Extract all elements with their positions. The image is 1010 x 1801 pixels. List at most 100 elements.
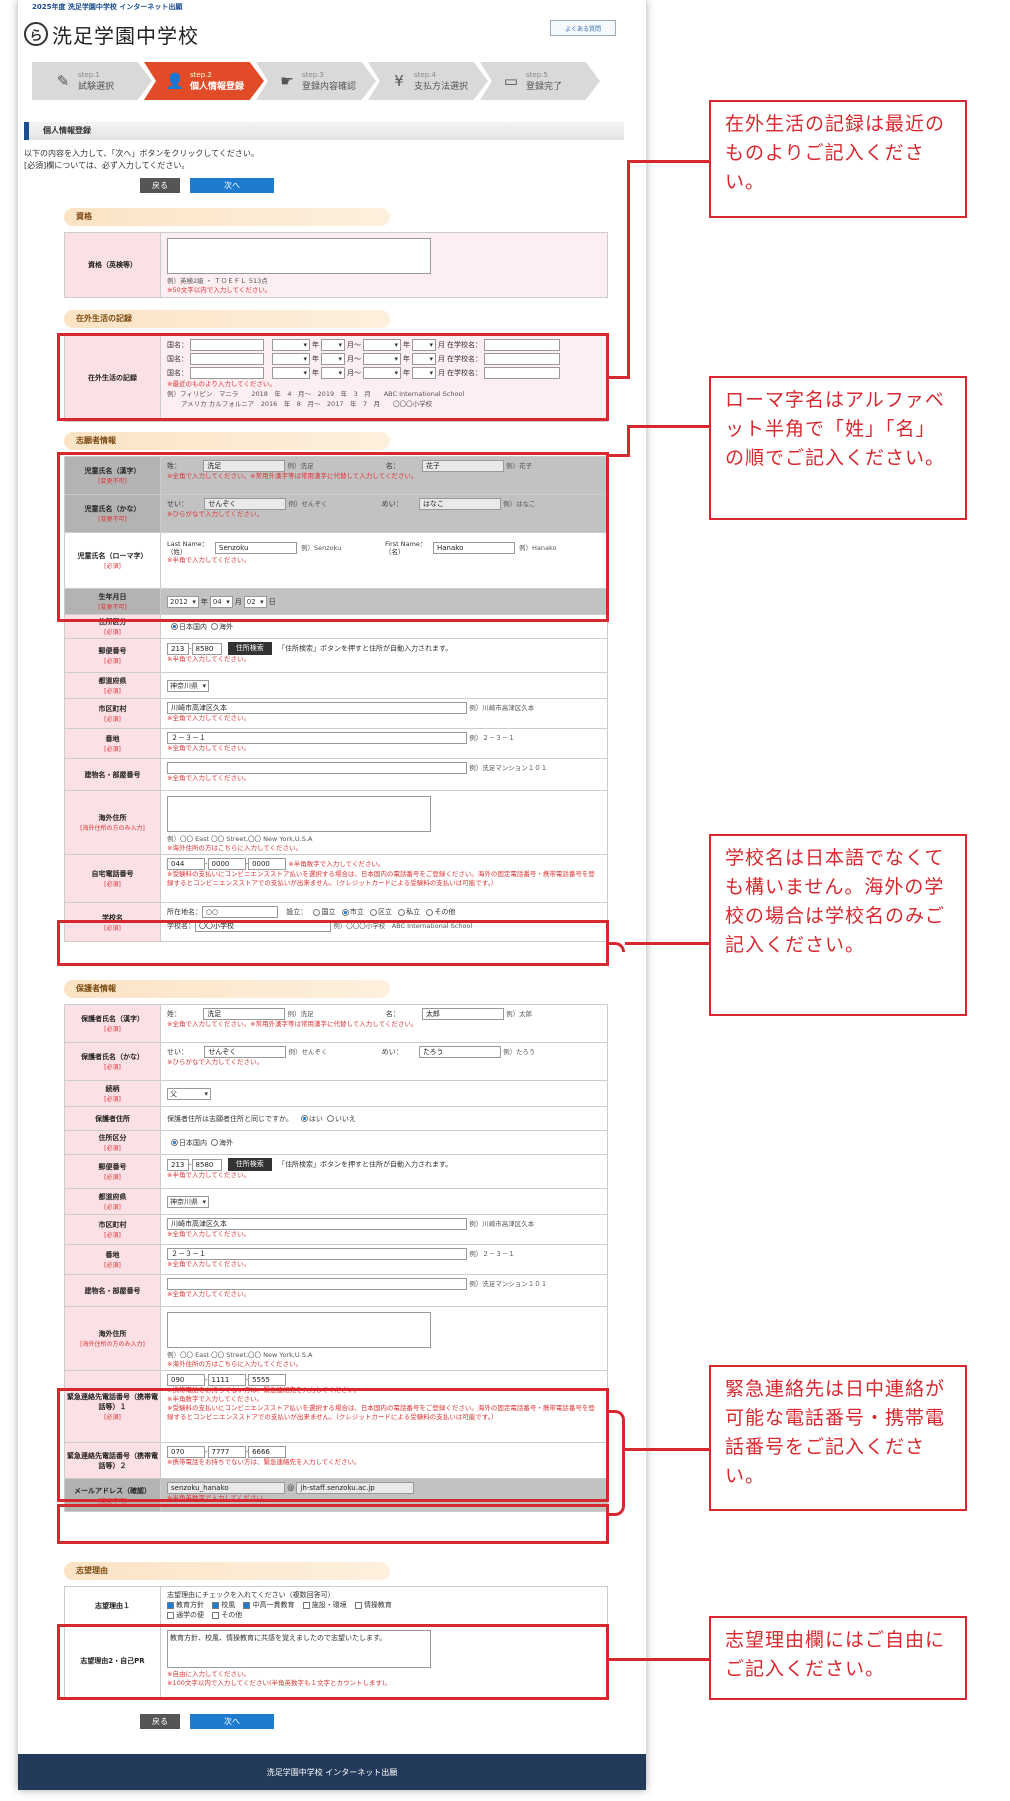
to-month-select[interactable]: [412, 353, 436, 365]
country-input[interactable]: [190, 339, 264, 351]
birth-year-select[interactable]: 2012: [167, 595, 199, 608]
emergency-1-tel-2-input[interactable]: 1111: [207, 1374, 246, 1386]
example-text: 例）フィリピン マニラ 2018 年 4 月～ 2019 年 3 月 ABC I…: [167, 390, 465, 398]
reason-other-checkbox[interactable]: [212, 1611, 220, 1619]
building-input[interactable]: [167, 762, 467, 774]
guardian-sei-input[interactable]: 洗足: [203, 1008, 286, 1020]
next-button[interactable]: 次へ: [190, 178, 274, 193]
step-num: step.4: [414, 70, 436, 79]
abroad-school-input[interactable]: [484, 367, 560, 379]
to-year-select[interactable]: [363, 339, 401, 351]
ward-radio[interactable]: [369, 908, 377, 916]
self-pr-textarea[interactable]: 教育方針、校風、情操教育に共感を覚えましたので志望いたします。: [167, 1630, 431, 1668]
school-emblem-icon: ら: [24, 22, 48, 46]
city-input[interactable]: 川崎市高津区久本: [167, 1218, 467, 1230]
same-address-no-radio[interactable]: [326, 1115, 334, 1122]
next-button[interactable]: 次へ: [190, 1714, 274, 1729]
row-label: 市区町村 [必須]: [65, 699, 161, 728]
tel-3-input[interactable]: 0000: [248, 858, 287, 870]
back-button[interactable]: 戻る: [140, 1714, 180, 1729]
prefecture-select[interactable]: 神奈川県: [167, 679, 209, 692]
guardian-mei-kana-input[interactable]: たろう: [418, 1046, 501, 1058]
guardian-sei-kana-input[interactable]: せんぞく: [204, 1046, 287, 1058]
abroad-school-input[interactable]: [484, 339, 560, 351]
zip-2-input[interactable]: 8580: [191, 1158, 222, 1171]
school-name-input[interactable]: 〇〇小学校: [195, 920, 331, 932]
row-label: 在外生活の記録: [65, 335, 161, 421]
connector: [627, 425, 709, 428]
domestic-radio[interactable]: [171, 1139, 178, 1146]
child-first-name-input[interactable]: Hanako: [433, 542, 515, 554]
birth-day-select[interactable]: 02: [243, 595, 267, 608]
overseas-radio[interactable]: [211, 623, 218, 630]
qual-textarea[interactable]: [167, 238, 431, 274]
intro-text: 以下の内容を入力して、「次へ」ボタンをクリックしてください。 [必須]欄について…: [24, 148, 259, 172]
school-location-input[interactable]: ○○: [202, 906, 278, 918]
address-search-button[interactable]: 住所検索: [227, 642, 272, 655]
reason-integrated-checkbox[interactable]: [243, 1601, 251, 1609]
note-text: ※最近のものより入力してください。: [167, 380, 276, 388]
country-input[interactable]: [190, 353, 264, 365]
birth-month-select[interactable]: 04: [209, 595, 233, 608]
domestic-radio[interactable]: [171, 623, 178, 630]
zip-1-input[interactable]: 213: [167, 642, 189, 655]
from-month-select[interactable]: [321, 353, 345, 365]
child-sei-input[interactable]: 洗足: [203, 460, 286, 472]
tel-1-input[interactable]: 044: [167, 858, 205, 870]
national-radio[interactable]: [313, 908, 321, 916]
overseas-address-textarea[interactable]: [167, 1312, 431, 1348]
back-button[interactable]: 戻る: [140, 178, 180, 193]
from-month-select[interactable]: [321, 367, 345, 379]
emergency-1-tel-1-input[interactable]: 090: [167, 1374, 205, 1386]
zip-2-input[interactable]: 8580: [191, 642, 222, 655]
building-input[interactable]: [167, 1278, 467, 1290]
row-label: 住所区分 [必須]: [65, 1131, 161, 1154]
country-input[interactable]: [190, 367, 264, 379]
child-mei-kana-input[interactable]: はなこ: [418, 498, 501, 510]
to-month-select[interactable]: [412, 339, 436, 351]
intro-line: 以下の内容を入力して、「次へ」ボタンをクリックしてください。: [24, 149, 259, 158]
connector: [627, 160, 709, 163]
reason-facility-checkbox[interactable]: [302, 1601, 310, 1609]
overseas-address-textarea[interactable]: [167, 796, 431, 832]
child-sei-kana-input[interactable]: せんぞく: [204, 498, 287, 510]
faq-link[interactable]: よくある質問: [550, 20, 616, 36]
footer: 洗足学園中学校 インターネット出願: [18, 1754, 646, 1790]
from-year-select[interactable]: [272, 367, 310, 379]
street-input[interactable]: ２－３－１: [167, 732, 467, 744]
overseas-radio[interactable]: [211, 1139, 218, 1146]
emergency-2-tel-3-input[interactable]: 6666: [248, 1446, 287, 1458]
email-domain-input[interactable]: jh-staff.senzoku.ac.jp: [296, 1482, 415, 1494]
relation-select[interactable]: 父: [167, 1087, 211, 1100]
abroad-school-input[interactable]: [484, 353, 560, 365]
address-search-button[interactable]: 住所検索: [227, 1158, 272, 1171]
zip-1-input[interactable]: 213: [167, 1158, 189, 1171]
emergency-2-tel-1-input[interactable]: 070: [167, 1446, 205, 1458]
reason-culture-checkbox[interactable]: [212, 1601, 220, 1609]
reason-policy-checkbox[interactable]: [167, 1601, 174, 1609]
reason-emotional-checkbox[interactable]: [354, 1601, 362, 1609]
emergency-1-tel-3-input[interactable]: 5555: [248, 1374, 287, 1386]
tel-2-input[interactable]: 0000: [207, 858, 246, 870]
other-radio[interactable]: [426, 908, 434, 916]
from-month-select[interactable]: [321, 339, 345, 351]
prefecture-select[interactable]: 神奈川県: [167, 1195, 209, 1208]
street-input[interactable]: ２－３－１: [167, 1248, 467, 1260]
child-last-name-input[interactable]: Senzoku: [215, 542, 297, 554]
emergency-2-tel-2-input[interactable]: 7777: [207, 1446, 246, 1458]
reason-commute-checkbox[interactable]: [167, 1611, 174, 1619]
to-month-select[interactable]: [412, 367, 436, 379]
from-year-select[interactable]: [272, 339, 310, 351]
row-label: 都道府県 [必須]: [65, 1189, 161, 1214]
guardian-mei-input[interactable]: 太郎: [421, 1008, 504, 1020]
private-radio[interactable]: [398, 908, 406, 916]
city-radio[interactable]: [341, 908, 349, 916]
from-year-select[interactable]: [272, 353, 310, 365]
email-user-input[interactable]: senzoku_hanako: [167, 1482, 285, 1494]
to-year-select[interactable]: [363, 367, 401, 379]
example-text: 例）Senzoku: [301, 544, 342, 552]
to-year-select[interactable]: [363, 353, 401, 365]
same-address-yes-radio[interactable]: [300, 1115, 308, 1122]
child-mei-input[interactable]: 花子: [421, 460, 504, 472]
city-input[interactable]: 川崎市高津区久本: [167, 702, 467, 714]
